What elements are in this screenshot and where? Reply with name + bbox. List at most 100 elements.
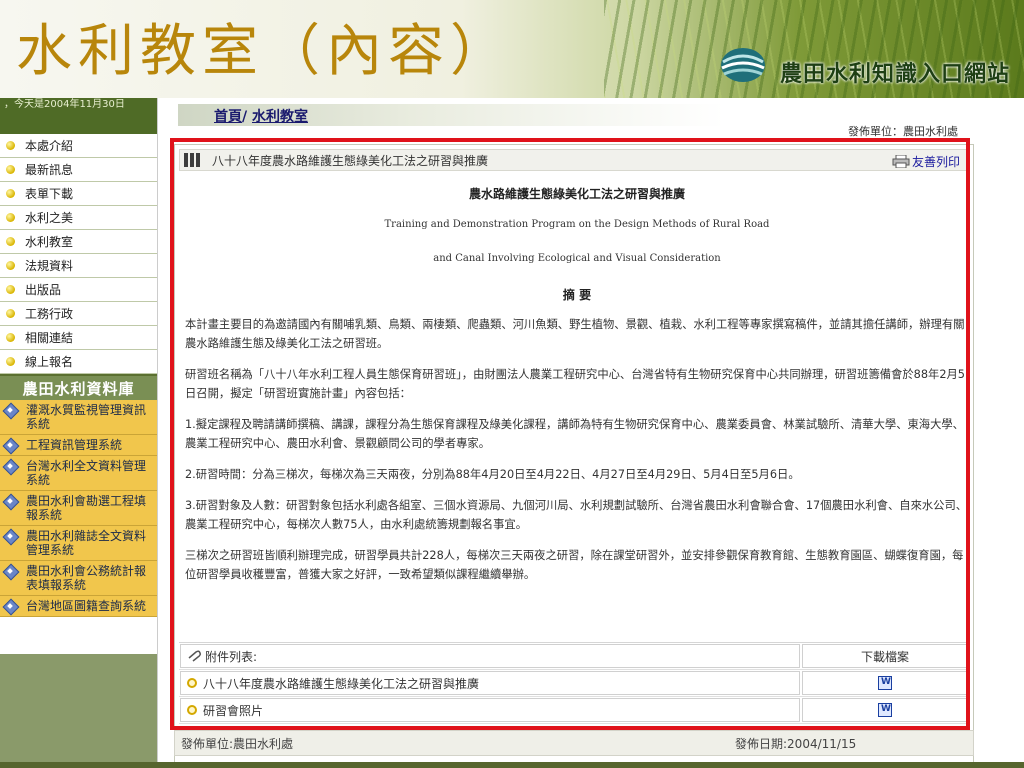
- db-item-magazine[interactable]: 農田水利雜誌全文資料管理系統: [0, 526, 157, 561]
- attachment-header-row: 附件列表: 下載檔案: [179, 643, 969, 670]
- bullet-icon: [6, 285, 15, 294]
- sidebar-item-news[interactable]: 最新訊息: [0, 158, 157, 182]
- db-item-engineering[interactable]: 工程資訊管理系統: [0, 435, 157, 456]
- footer-publisher: 發佈單位:農田水利處: [181, 736, 294, 751]
- bullet-icon: [6, 261, 15, 270]
- sidebar-item-label: 相關連結: [25, 331, 74, 345]
- footer-date: 發佈日期:2004/11/15: [735, 736, 857, 751]
- article-title: 農水路維護生態綠美化工法之研習與推廣: [468, 187, 685, 201]
- paperclip-icon: [188, 650, 201, 662]
- site-name: 農田水利知識入口網站: [780, 62, 1011, 87]
- sidebar-item-label: 水利教室: [25, 235, 74, 249]
- database-list: 灌溉水質監視管理資訊系統 工程資訊管理系統 台灣水利全文資料管理系統 農田水利會…: [0, 400, 157, 617]
- top-publisher: 發佈單位：農田水利處: [848, 125, 958, 138]
- english-title-line-2: and Canal Involving Ecological and Visua…: [433, 253, 721, 264]
- english-title-line-1: Training and Demonstration Program on th…: [384, 219, 770, 230]
- breadcrumb-current-link[interactable]: 水利教室: [252, 109, 308, 125]
- article-paragraph: 本計畫主要目的為邀請國內有關哺乳類、鳥類、兩棲類、爬蟲類、河川魚類、野生植物、景…: [185, 318, 965, 350]
- article-header-title: 八十八年度農水路維護生態綠美化工法之研習與推廣: [212, 153, 489, 168]
- article-paragraph: 3.研習對象及人數：研習對象包括水利處各組室、三個水資源局、九個河川局、水利規劃…: [185, 499, 968, 531]
- article-paragraph: 1.擬定課程及聘請講師撰稿、講課，課程分為生態保育課程及綠美化課程，講師為特有生…: [185, 418, 964, 450]
- sidebar-item-label: 線上報名: [25, 355, 74, 369]
- bullet-icon: [6, 141, 15, 150]
- sidebar-footer-fill: [0, 654, 157, 768]
- diamond-arrow-icon: [4, 599, 20, 613]
- bullet-icon: [6, 309, 15, 318]
- slide-header: 水利教室（內容） 農田水利知識入口網站: [0, 0, 1024, 98]
- word-doc-icon[interactable]: [878, 676, 892, 690]
- db-item-label: 灌溉水質監視管理資訊系統: [26, 403, 147, 431]
- db-item-label: 農田水利會勘選工程填報系統: [26, 494, 147, 522]
- header-bars-icon: [184, 153, 210, 167]
- slide-title: 水利教室（內容）: [16, 19, 512, 84]
- sidebar-item-label: 最新訊息: [25, 163, 74, 177]
- sidebar-item-label: 工務行政: [25, 307, 74, 321]
- diamond-arrow-icon: [4, 494, 20, 508]
- db-item-water-quality[interactable]: 灌溉水質監視管理資訊系統: [0, 400, 157, 435]
- db-item-label: 農田水利雜誌全文資料管理系統: [26, 529, 147, 557]
- diamond-arrow-icon: [4, 403, 20, 417]
- article-header-bar: 八十八年度農水路維護生態綠美化工法之研習與推廣 友善列印: [179, 149, 969, 171]
- db-item-label: 台灣水利全文資料管理系統: [26, 459, 147, 487]
- bottom-strip: [0, 762, 1024, 768]
- bullet-icon: [6, 357, 15, 366]
- bullet-icon: [6, 165, 15, 174]
- diamond-arrow-icon: [4, 438, 20, 452]
- bullet-icon: [187, 678, 197, 688]
- sidebar-item-regulations[interactable]: 法規資料: [0, 254, 157, 278]
- left-sidebar: ，今天是2004年11月30日 本處介紹 最新訊息 表單下載 水利之美 水利教室…: [0, 98, 158, 768]
- sidebar-item-publications[interactable]: 出版品: [0, 278, 157, 302]
- attachment-row: 研習會照片: [179, 697, 969, 724]
- abstract-heading: 摘 要: [562, 288, 592, 302]
- bullet-icon: [187, 705, 197, 715]
- db-item-survey[interactable]: 農田水利會勘選工程填報系統: [0, 491, 157, 526]
- sidebar-item-beauty[interactable]: 水利之美: [0, 206, 157, 230]
- db-item-label: 台灣地區圖籍查詢系統: [26, 599, 147, 613]
- db-item-fulltext[interactable]: 台灣水利全文資料管理系統: [0, 456, 157, 491]
- diamond-arrow-icon: [4, 564, 20, 578]
- sidebar-item-label: 出版品: [25, 283, 62, 297]
- article-paragraph: 三梯次之研習班皆順利辦理完成，研習學員共計228人，每梯次三天兩夜之研習，除在課…: [185, 549, 964, 581]
- article-footer: 發佈單位:農田水利處 發佈日期:2004/11/15: [174, 730, 974, 756]
- database-section-title: 農田水利資料庫: [0, 374, 157, 400]
- article-paragraph: 研習班名稱為「八十八年水利工程人員生態保育研習班」，由財團法人農業工程研究中心、…: [185, 368, 965, 400]
- article-container: 八十八年度農水路維護生態綠美化工法之研習與推廣 友善列印 農水路維護生態綠美化工…: [174, 144, 974, 764]
- download-header: 下載檔案: [802, 644, 968, 668]
- today-date: ，今天是2004年11月30日: [0, 98, 157, 134]
- article-paragraph: 2.研習時間：分為三梯次，每梯次為三天兩夜，分別為88年4月20日至4月22日、…: [185, 468, 800, 481]
- sidebar-item-about[interactable]: 本處介紹: [0, 134, 157, 158]
- bullet-icon: [6, 333, 15, 342]
- db-item-label: 農田水利會公務統計報表填報系統: [26, 564, 147, 592]
- printer-icon: [892, 155, 910, 168]
- attachment-row: 八十八年度農水路維護生態綠美化工法之研習與推廣: [179, 670, 969, 697]
- attachment-list-header: 附件列表:: [180, 644, 800, 668]
- sidebar-item-signup[interactable]: 線上報名: [0, 350, 157, 374]
- sidebar-item-label: 法規資料: [25, 259, 74, 273]
- db-item-statistics[interactable]: 農田水利會公務統計報表填報系統: [0, 561, 157, 596]
- word-doc-icon[interactable]: [878, 703, 892, 717]
- diamond-arrow-icon: [4, 529, 20, 543]
- bullet-icon: [6, 189, 15, 198]
- site-logo-icon: [721, 48, 765, 82]
- sidebar-item-forms[interactable]: 表單下載: [0, 182, 157, 206]
- sidebar-item-classroom[interactable]: 水利教室: [0, 230, 157, 254]
- bullet-icon: [6, 237, 15, 246]
- db-item-maps[interactable]: 台灣地區圖籍查詢系統: [0, 596, 157, 617]
- attachment-name: 研習會照片: [203, 703, 264, 718]
- article-body: 農水路維護生態綠美化工法之研習與推廣 Training and Demonstr…: [185, 185, 969, 596]
- sidebar-item-label: 表單下載: [25, 187, 74, 201]
- bullet-icon: [6, 213, 15, 222]
- attachment-list-label: 附件列表:: [205, 649, 258, 664]
- breadcrumb-home-link[interactable]: 首頁: [214, 109, 242, 125]
- print-friendly-link[interactable]: 友善列印: [892, 153, 960, 170]
- sidebar-item-label: 水利之美: [25, 211, 74, 225]
- breadcrumb: 首頁/ 水利教室: [214, 106, 308, 126]
- sidebar-item-links[interactable]: 相關連結: [0, 326, 157, 350]
- sidebar-item-admin[interactable]: 工務行政: [0, 302, 157, 326]
- diamond-arrow-icon: [4, 459, 20, 473]
- breadcrumb-separator: /: [242, 109, 248, 125]
- print-label: 友善列印: [911, 155, 960, 169]
- main-content: 首頁/ 水利教室 發佈單位：農田水利處 八十八年度農水路維護生態綠美化工法之研習…: [158, 98, 1024, 768]
- db-item-label: 工程資訊管理系統: [26, 438, 123, 452]
- sidebar-item-label: 本處介紹: [25, 139, 74, 153]
